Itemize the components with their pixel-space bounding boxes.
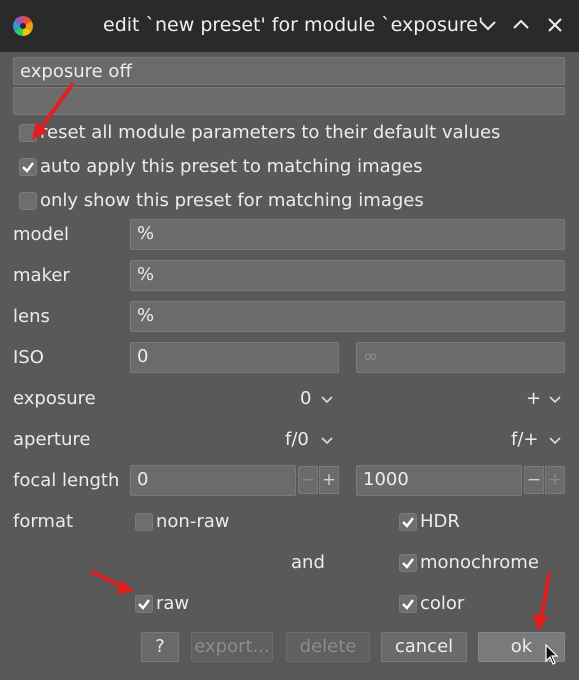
raw-label: raw bbox=[156, 593, 190, 614]
model-label: model bbox=[13, 224, 70, 245]
maker-input[interactable]: % bbox=[130, 260, 565, 291]
preset-description-input[interactable] bbox=[13, 87, 565, 115]
focal-min-decrement-button[interactable]: − bbox=[298, 466, 318, 494]
preset-dialog: exposure off reset all module parameters… bbox=[0, 52, 579, 680]
checkmark-icon bbox=[22, 162, 34, 173]
aperture-max-value[interactable]: f/+ bbox=[511, 429, 538, 451]
annotation-arrow-icon bbox=[90, 570, 134, 594]
title-bar: edit `new preset' for module `exposure' bbox=[0, 0, 579, 52]
nonraw-checkbox[interactable] bbox=[135, 513, 153, 531]
lens-input[interactable]: % bbox=[130, 301, 565, 332]
focal-length-label: focal length bbox=[13, 470, 120, 491]
window-title: edit `new preset' for module `exposure' bbox=[103, 14, 484, 36]
darktable-app-icon bbox=[13, 16, 33, 36]
color-label: color bbox=[420, 593, 465, 614]
checkmark-icon bbox=[402, 517, 414, 528]
focal-max-input[interactable]: 1000 bbox=[356, 465, 522, 496]
annotation-arrow-icon bbox=[32, 83, 74, 140]
exposure-max-value[interactable]: + bbox=[526, 388, 541, 410]
chevron-down-icon[interactable] bbox=[321, 396, 333, 404]
close-icon[interactable] bbox=[545, 15, 565, 35]
exposure-min-value[interactable]: 0 bbox=[300, 388, 311, 410]
color-checkbox[interactable] bbox=[399, 595, 417, 613]
chevron-down-icon[interactable] bbox=[549, 437, 561, 445]
mouse-cursor-icon bbox=[545, 644, 559, 665]
preset-name-input[interactable]: exposure off bbox=[13, 57, 565, 85]
checkmark-icon bbox=[138, 599, 150, 610]
format-label: format bbox=[13, 511, 74, 532]
autoapply-label: auto apply this preset to matching image… bbox=[40, 156, 423, 177]
iso-min-input[interactable]: 0 bbox=[130, 342, 339, 373]
exposure-label: exposure bbox=[13, 388, 96, 409]
annotation-arrow-icon bbox=[532, 573, 551, 632]
chevron-up-icon[interactable] bbox=[511, 15, 531, 35]
lens-label: lens bbox=[13, 306, 50, 327]
maker-label: maker bbox=[13, 265, 70, 286]
and-label: and bbox=[291, 552, 325, 573]
model-input[interactable]: % bbox=[130, 219, 565, 250]
checkmark-icon bbox=[402, 599, 414, 610]
filter-checkbox[interactable] bbox=[19, 192, 37, 210]
aperture-min-value[interactable]: f/0 bbox=[285, 429, 309, 451]
chevron-down-icon[interactable] bbox=[549, 396, 561, 404]
chevron-down-icon[interactable] bbox=[321, 437, 333, 445]
focal-min-input[interactable]: 0 bbox=[130, 465, 296, 496]
export-button[interactable]: export... bbox=[191, 632, 273, 662]
iso-label: ISO bbox=[13, 347, 44, 368]
hdr-label: HDR bbox=[420, 511, 460, 532]
aperture-label: aperture bbox=[13, 429, 91, 450]
autoapply-checkbox[interactable] bbox=[19, 158, 37, 176]
filter-label: only show this preset for matching image… bbox=[40, 190, 424, 211]
focal-max-increment-button[interactable]: + bbox=[545, 466, 565, 494]
reset-label: reset all module parameters to their def… bbox=[40, 122, 501, 143]
hdr-checkbox[interactable] bbox=[399, 513, 417, 531]
nonraw-label: non-raw bbox=[156, 511, 230, 532]
cancel-button[interactable]: cancel bbox=[381, 632, 467, 662]
focal-max-decrement-button[interactable]: − bbox=[524, 466, 544, 494]
checkmark-icon bbox=[402, 558, 414, 569]
monochrome-label: monochrome bbox=[420, 552, 539, 573]
help-button[interactable]: ? bbox=[141, 632, 179, 662]
iso-max-input[interactable]: ∞ bbox=[356, 342, 565, 373]
monochrome-checkbox[interactable] bbox=[399, 554, 417, 572]
focal-min-increment-button[interactable]: + bbox=[319, 466, 339, 494]
delete-button[interactable]: delete bbox=[286, 632, 370, 662]
chevron-down-icon[interactable] bbox=[478, 15, 498, 35]
